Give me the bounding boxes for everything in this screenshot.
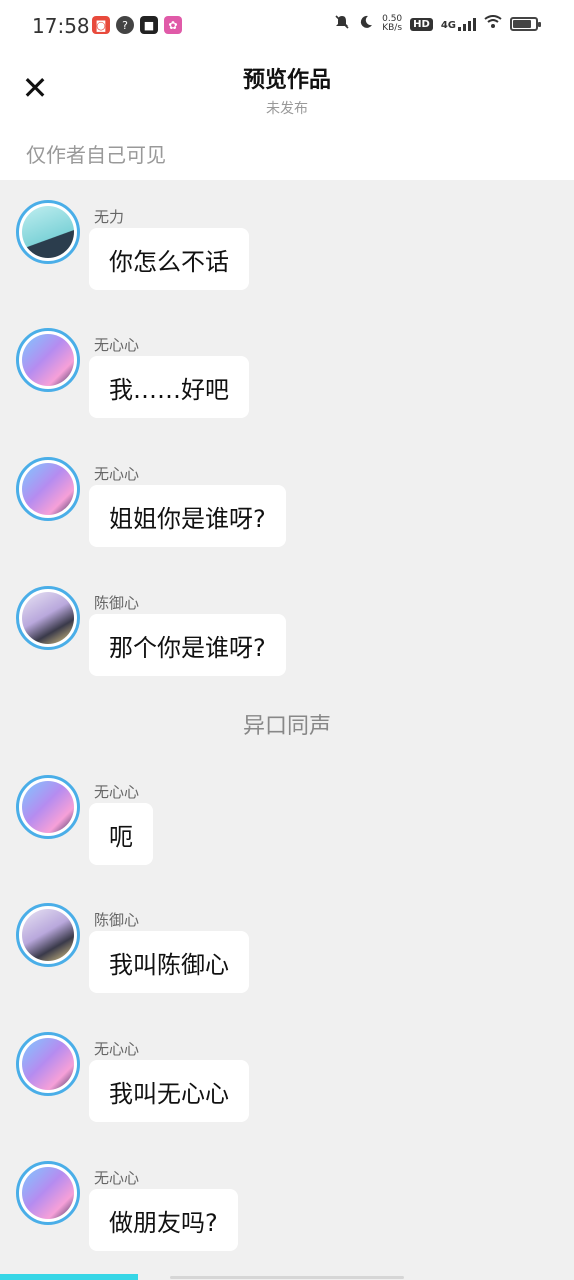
avatar-chenyuxin[interactable] — [16, 903, 80, 967]
chat-message: 无心心 我叫无心心 — [0, 1012, 574, 1122]
bottom-bar — [0, 1272, 574, 1280]
sender-name: 无心心 — [94, 465, 140, 483]
app-notification-icon: ◙ — [92, 16, 110, 34]
chat-message: 陈御心 我叫陈御心 — [0, 883, 574, 993]
message-bubble[interactable]: 我叫无心心 — [89, 1060, 249, 1122]
message-bubble[interactable]: 那个你是谁呀? — [89, 614, 286, 676]
sender-name: 无心心 — [94, 1040, 140, 1058]
message-bubble[interactable]: 你怎么不话 — [89, 228, 249, 290]
app-notification-icon: ✿ — [164, 16, 182, 34]
status-indicators: 0.50 KB/s HD 4G — [334, 14, 541, 34]
signal-strength: 4G — [441, 17, 476, 31]
avatar-wuxinxin[interactable] — [16, 328, 80, 392]
home-indicator[interactable] — [170, 1276, 404, 1279]
status-bar: 17:58 ◙ ? ■ ✿ 0.50 KB/s HD 4G — [0, 0, 574, 52]
signal-bars-icon — [458, 17, 476, 31]
battery-icon — [510, 17, 541, 31]
avatar-wuxinxin[interactable] — [16, 1032, 80, 1096]
message-bubble[interactable]: 我叫陈御心 — [89, 931, 249, 993]
chat-message: 陈御心 那个你是谁呀? — [0, 566, 574, 676]
status-time: 17:58 — [32, 14, 90, 38]
avatar-wuxinxin[interactable] — [16, 1161, 80, 1225]
chat-message: 无心心 呃 — [0, 755, 574, 865]
network-speed-unit: KB/s — [382, 23, 403, 33]
network-speed: 0.50 KB/s — [382, 15, 402, 33]
avatar-wuli[interactable] — [16, 200, 80, 264]
chat-message: 无心心 做朋友吗? — [0, 1141, 574, 1251]
sender-name: 陈御心 — [94, 911, 140, 929]
sender-name: 陈御心 — [94, 594, 140, 612]
app-notification-icon: ? — [116, 16, 134, 34]
avatar-chenyuxin[interactable] — [16, 586, 80, 650]
sender-name: 无心心 — [94, 783, 140, 801]
moon-icon — [358, 14, 374, 34]
message-bubble[interactable]: 我……好吧 — [89, 356, 249, 418]
chat-message: 无力 你怎么不话 — [0, 180, 574, 290]
visibility-note: 仅作者自己可见 — [26, 143, 166, 167]
page-title: 预览作品 — [242, 68, 331, 93]
message-bubble[interactable]: 呃 — [89, 803, 153, 865]
preview-header: ✕ 预览作品 未发布 — [0, 52, 574, 128]
network-type: 4G — [440, 20, 456, 31]
chat-preview[interactable]: 无力 你怎么不话 无心心 我……好吧 无心心 姐姐你是谁呀? 陈御心 那个你是谁… — [0, 180, 574, 1280]
avatar-wuxinxin[interactable] — [16, 775, 80, 839]
wifi-icon — [484, 15, 502, 33]
avatar-wuxinxin[interactable] — [16, 457, 80, 521]
chat-message: 无心心 我……好吧 — [0, 308, 574, 418]
chat-message: 无心心 姐姐你是谁呀? — [0, 437, 574, 547]
publish-status: 未发布 — [266, 101, 308, 117]
sender-name: 无力 — [94, 208, 125, 226]
hd-badge: HD — [410, 17, 433, 31]
sender-name: 无心心 — [94, 336, 140, 354]
narration-text: 异口同声 — [242, 714, 331, 739]
mute-icon — [334, 14, 350, 34]
sender-name: 无心心 — [94, 1169, 140, 1187]
notification-icons: ◙ ? ■ ✿ — [92, 16, 182, 34]
message-bubble[interactable]: 做朋友吗? — [89, 1189, 238, 1251]
message-bubble[interactable]: 姐姐你是谁呀? — [89, 485, 286, 547]
app-notification-icon: ■ — [140, 16, 158, 34]
preview-progress-fill — [0, 1274, 138, 1280]
